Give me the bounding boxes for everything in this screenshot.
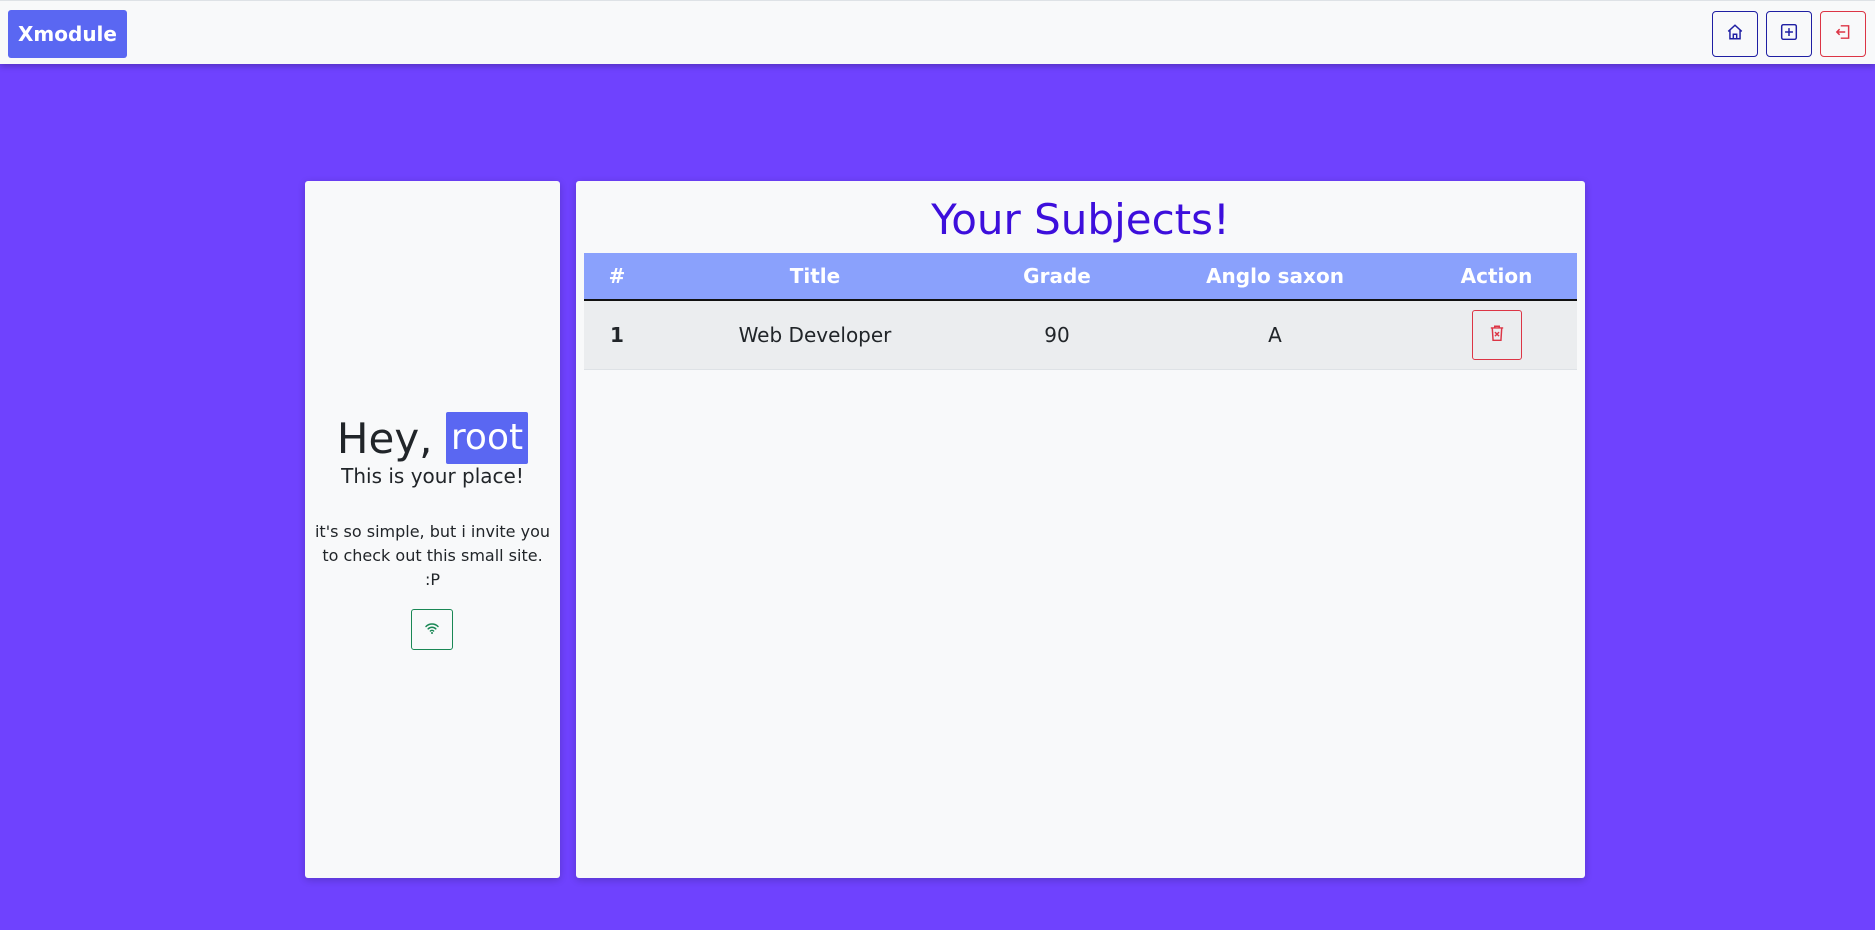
row-grade: 90 bbox=[980, 300, 1134, 370]
intro-text: it's so simple, but i invite you to chec… bbox=[314, 522, 551, 589]
home-icon bbox=[1726, 23, 1744, 45]
row-anglo-saxon: A bbox=[1134, 300, 1416, 370]
column-header-index: # bbox=[584, 253, 650, 301]
greeting: Hey, root bbox=[305, 409, 560, 469]
logout-button[interactable] bbox=[1820, 11, 1866, 57]
row-action-cell bbox=[1416, 300, 1577, 370]
column-header-anglo-saxon: Anglo saxon bbox=[1134, 253, 1416, 301]
column-header-title: Title bbox=[650, 253, 980, 301]
delete-subject-button[interactable] bbox=[1471, 310, 1522, 360]
tagline: This is your place! bbox=[341, 464, 524, 488]
home-button[interactable] bbox=[1712, 11, 1758, 57]
column-header-grade: Grade bbox=[980, 253, 1134, 301]
row-title: Web Developer bbox=[650, 300, 980, 370]
top-navbar: Xmodule bbox=[0, 0, 1875, 64]
brand-logo[interactable]: Xmodule bbox=[8, 10, 127, 58]
greeting-prefix: Hey, bbox=[336, 414, 433, 463]
add-subject-button[interactable] bbox=[1766, 11, 1812, 57]
subjects-card: Your Subjects! # Title Grade Anglo saxon… bbox=[576, 181, 1585, 878]
profile-card: Hey, root This is your place! it's so si… bbox=[305, 181, 560, 878]
subjects-table: # Title Grade Anglo saxon Action 1 Web D… bbox=[584, 253, 1577, 370]
trash-x-icon bbox=[1488, 323, 1506, 347]
wifi-icon bbox=[424, 620, 440, 640]
row-index: 1 bbox=[584, 300, 650, 370]
status-button[interactable] bbox=[411, 609, 453, 650]
logout-icon bbox=[1834, 23, 1852, 45]
page-title: Your Subjects! bbox=[931, 195, 1230, 244]
username-badge: root bbox=[445, 412, 529, 464]
table-row: 1 Web Developer 90 A bbox=[584, 300, 1577, 370]
column-header-action: Action bbox=[1416, 253, 1577, 301]
table-header-row: # Title Grade Anglo saxon Action bbox=[584, 253, 1577, 301]
plus-square-icon bbox=[1780, 23, 1798, 45]
